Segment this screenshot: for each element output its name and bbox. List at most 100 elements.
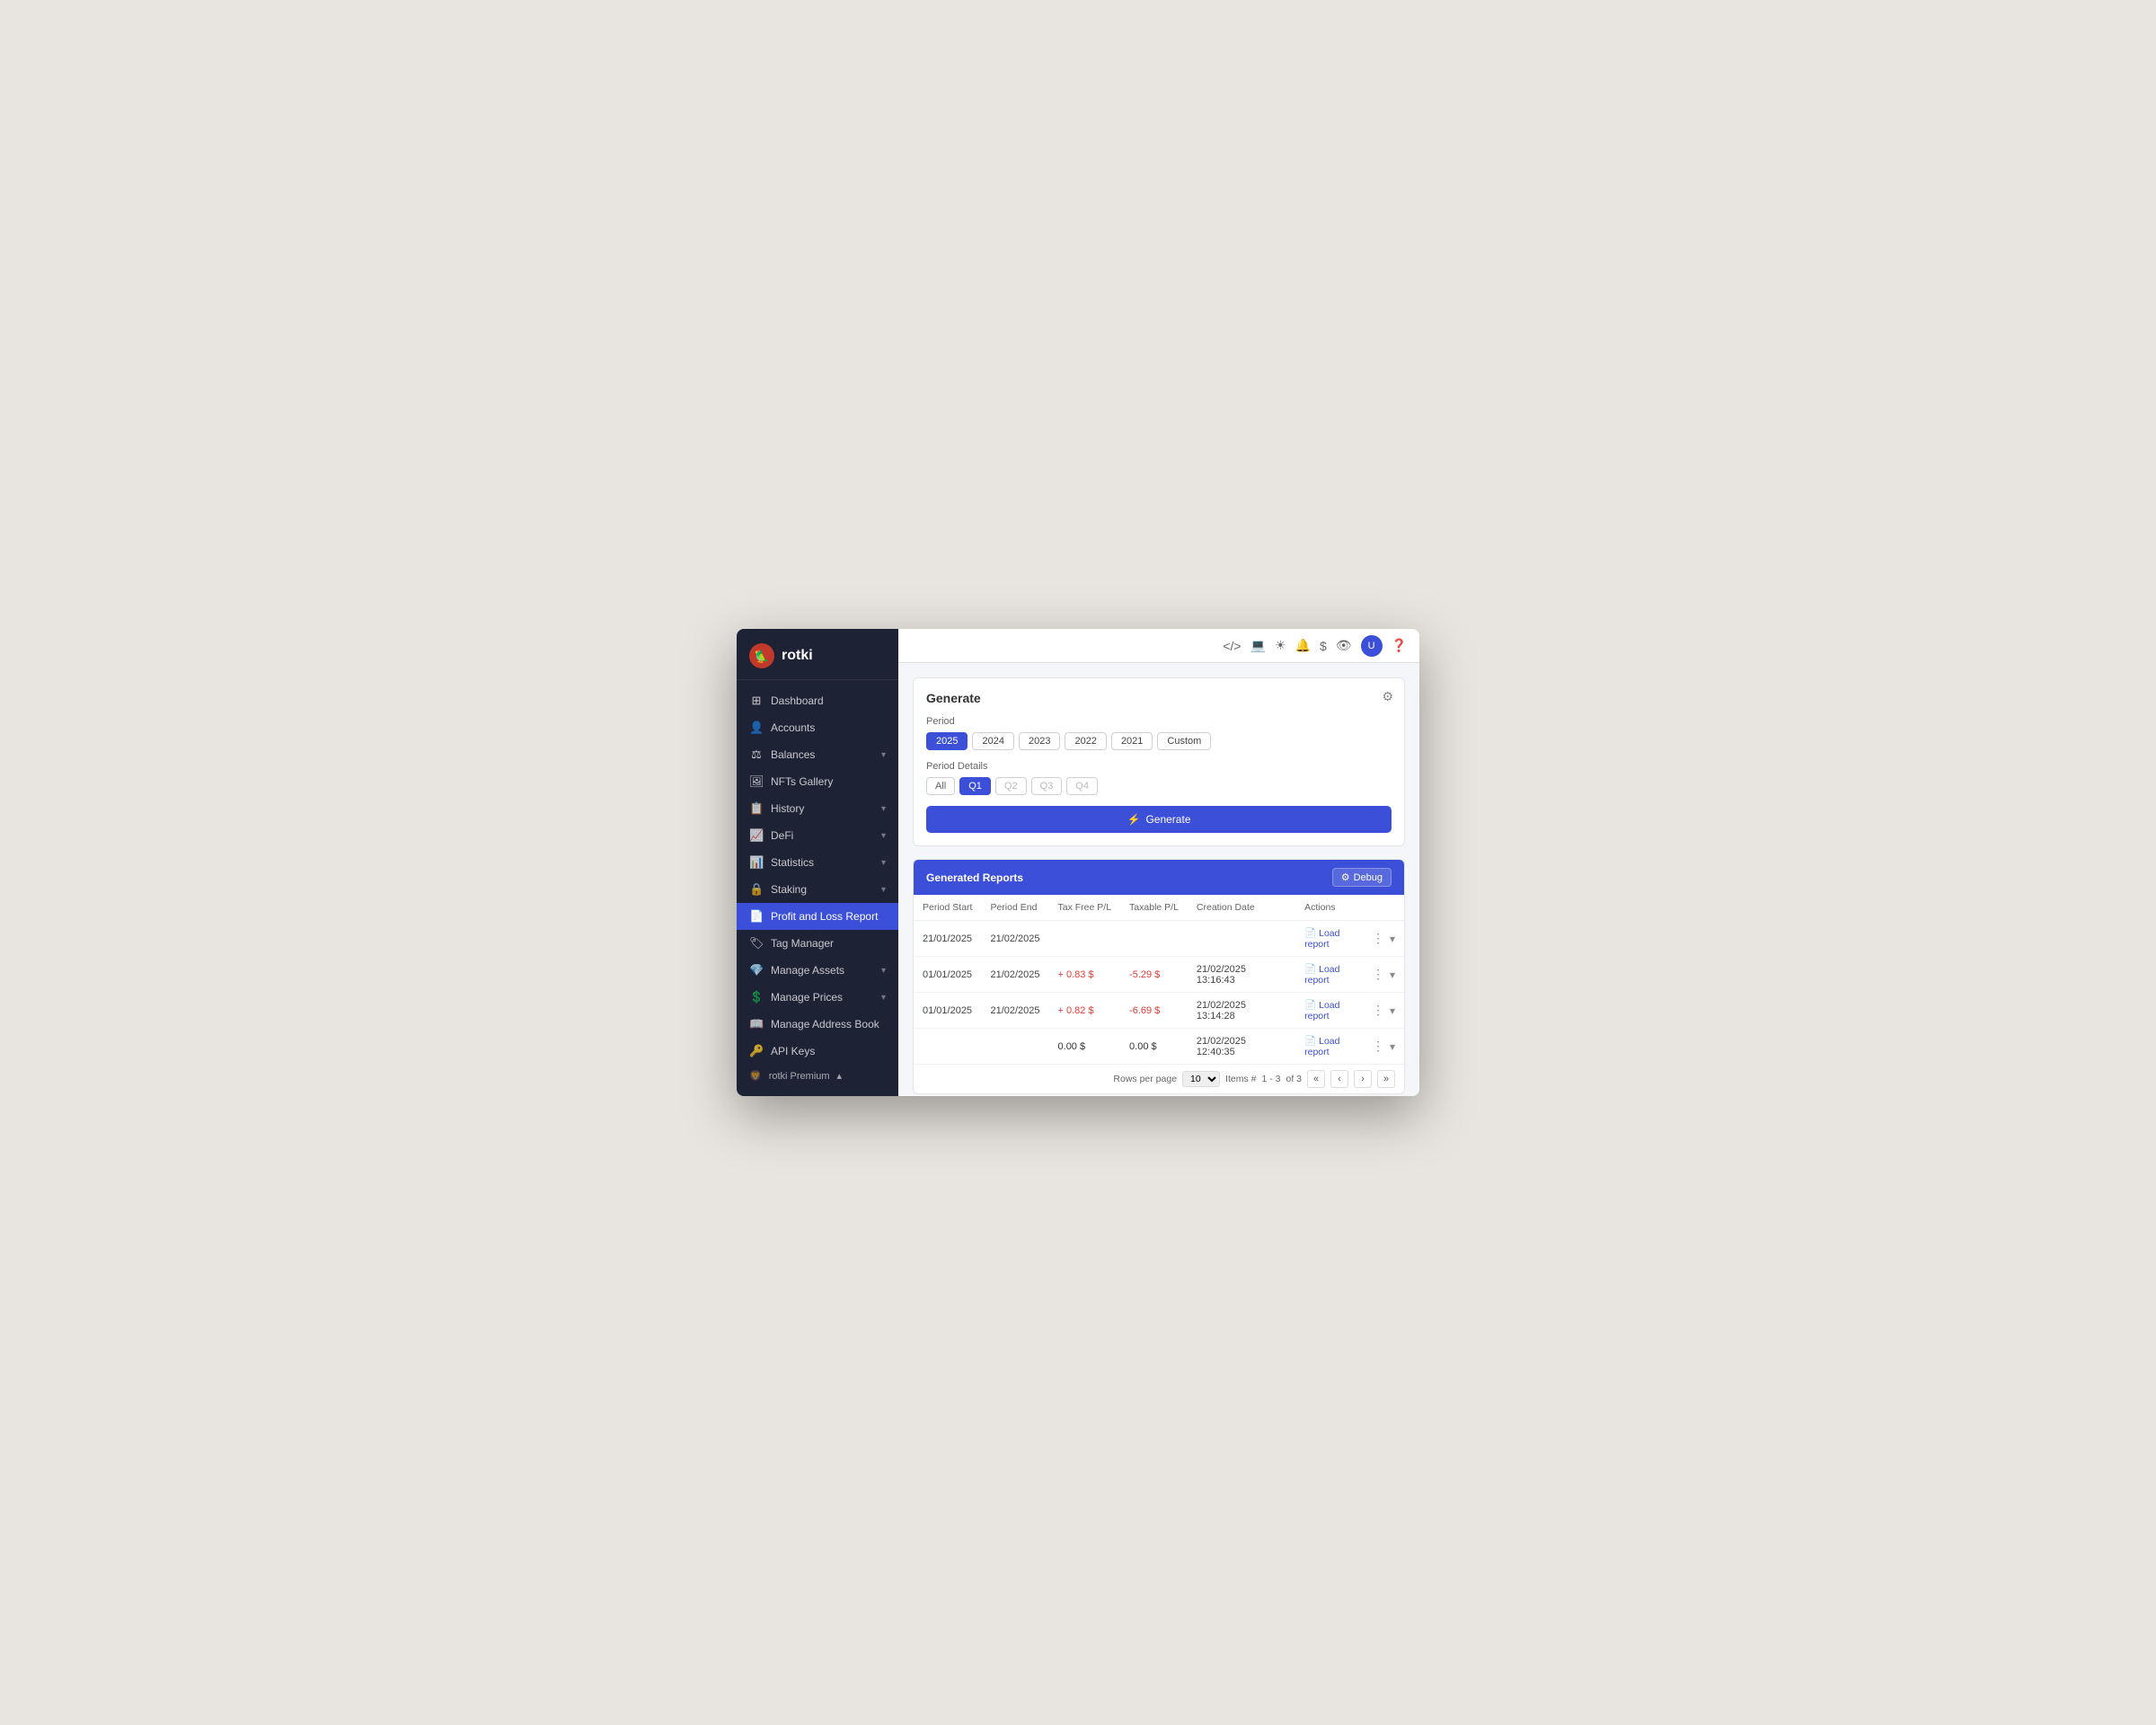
expand-button[interactable]: ▾ <box>1390 969 1395 981</box>
generate-button[interactable]: ⚡ Generate <box>926 806 1392 833</box>
generate-btn-label: Generate <box>1145 813 1190 826</box>
period-details-label: Period Details <box>926 761 1392 772</box>
cell-period-end <box>981 1029 1048 1065</box>
defi-icon: 📈 <box>749 828 764 843</box>
sidebar-logo: 🦜 rotki <box>737 629 898 680</box>
sidebar-item-accounts[interactable]: 👤 Accounts <box>737 714 898 741</box>
sidebar-item-statistics[interactable]: 📊 Statistics ▾ <box>737 849 898 876</box>
reports-header: Generated Reports ⚙ Debug <box>914 860 1404 895</box>
period-btn-2023[interactable]: 2023 <box>1019 732 1060 750</box>
more-options-button[interactable]: ⋮ <box>1372 1003 1384 1018</box>
col-taxable: Taxable P/L <box>1120 895 1188 921</box>
period-btn-custom[interactable]: Custom <box>1157 732 1211 750</box>
more-options-button[interactable]: ⋮ <box>1372 931 1384 946</box>
sidebar-item-nfts[interactable]: 🖼 NFTs Gallery <box>737 768 898 795</box>
sidebar-item-premium[interactable]: 🦁 rotki Premium ▴ <box>737 1065 898 1087</box>
chevron-down-icon: ▾ <box>881 858 886 868</box>
sidebar-item-defi[interactable]: 📈 DeFi ▾ <box>737 822 898 849</box>
period-btn-2024[interactable]: 2024 <box>972 732 1013 750</box>
quarter-btn-q2[interactable]: Q2 <box>995 777 1027 795</box>
sidebar-item-history[interactable]: 📋 History ▾ <box>737 795 898 822</box>
sidebar-item-label: History <box>771 802 874 815</box>
sidebar-item-label: Balances <box>771 748 874 761</box>
sidebar-item-label: NFTs Gallery <box>771 775 886 788</box>
sidebar-item-api-keys[interactable]: 🔑 API Keys <box>737 1038 898 1065</box>
sidebar-item-balances[interactable]: ⚖ Balances ▾ <box>737 741 898 768</box>
period-btn-2025[interactable]: 2025 <box>926 732 968 750</box>
help-icon[interactable]: ❓ <box>1392 638 1407 653</box>
sidebar-item-label: Staking <box>771 883 874 896</box>
cell-tax-free: + 0.83 $ <box>1049 957 1121 993</box>
expand-button[interactable]: ▾ <box>1390 1040 1395 1053</box>
sidebar-item-label: Statistics <box>771 856 874 869</box>
more-options-button[interactable]: ⋮ <box>1372 1039 1384 1054</box>
cell-creation <box>1188 921 1295 957</box>
sidebar-item-label: Manage Prices <box>771 991 874 1004</box>
currency-icon[interactable]: $ <box>1320 639 1327 653</box>
chevron-down-icon: ▾ <box>881 885 886 895</box>
sidebar-item-manage-assets[interactable]: 💎 Manage Assets ▾ <box>737 957 898 984</box>
settings-icon[interactable]: ⚙ <box>1382 689 1393 704</box>
items-range: 1 - 3 <box>1261 1074 1280 1084</box>
quarter-btn-all[interactable]: All <box>926 777 955 795</box>
chevron-down-icon: ▾ <box>881 831 886 841</box>
period-btn-2021[interactable]: 2021 <box>1111 732 1153 750</box>
cell-taxable: -6.69 $ <box>1120 993 1188 1029</box>
content-area: Generate ⚙ Period 2025 2024 2023 2022 20… <box>898 663 1419 1096</box>
more-options-button[interactable]: ⋮ <box>1372 967 1384 982</box>
load-report-button[interactable]: 📄 Load report <box>1304 1035 1366 1057</box>
sidebar-item-label: Accounts <box>771 721 886 734</box>
theme-icon[interactable]: ☀ <box>1275 638 1286 653</box>
debug-label: Debug <box>1354 872 1383 883</box>
sidebar-item-tag-manager[interactable]: 🏷 Tag Manager <box>737 930 898 957</box>
sidebar-item-staking[interactable]: 🔒 Staking ▾ <box>737 876 898 903</box>
sidebar-item-dashboard[interactable]: ⊞ Dashboard <box>737 687 898 714</box>
last-page-button[interactable]: » <box>1377 1070 1395 1088</box>
load-report-button[interactable]: 📄 Load report <box>1304 963 1366 986</box>
generate-panel: Generate ⚙ Period 2025 2024 2023 2022 20… <box>913 677 1405 846</box>
prev-page-button[interactable]: ‹ <box>1330 1070 1348 1088</box>
load-report-button[interactable]: 📄 Load report <box>1304 999 1366 1022</box>
col-actions: Actions <box>1295 895 1404 921</box>
sidebar-item-address-book[interactable]: 📖 Manage Address Book <box>737 1011 898 1038</box>
cell-period-end: 21/02/2025 <box>981 921 1048 957</box>
cell-creation: 21/02/2025 12:40:35 <box>1188 1029 1295 1065</box>
quarter-btn-q4[interactable]: Q4 <box>1066 777 1098 795</box>
sidebar-item-pnl[interactable]: 📄 Profit and Loss Report <box>737 903 898 930</box>
col-creation: Creation Date <box>1188 895 1295 921</box>
table-row: 0.00 $ 0.00 $ 21/02/2025 12:40:35 📄 Load… <box>914 1029 1404 1065</box>
first-page-button[interactable]: « <box>1307 1070 1325 1088</box>
expand-button[interactable]: ▾ <box>1390 933 1395 945</box>
statistics-icon: 📊 <box>749 855 764 870</box>
next-page-button[interactable]: › <box>1354 1070 1372 1088</box>
assets-icon: 💎 <box>749 963 764 978</box>
quarter-btn-q1[interactable]: Q1 <box>959 777 991 795</box>
balances-icon: ⚖ <box>749 748 764 762</box>
pnl-icon: 📄 <box>749 909 764 924</box>
sidebar-item-label: Tag Manager <box>771 937 886 950</box>
cell-period-end: 21/02/2025 <box>981 993 1048 1029</box>
rows-per-page-select[interactable]: 10 20 50 <box>1182 1071 1220 1087</box>
cell-actions: 📄 Load report ⋮ ▾ <box>1295 957 1404 993</box>
expand-button[interactable]: ▾ <box>1390 1004 1395 1017</box>
cell-period-start: 01/01/2025 <box>914 993 981 1029</box>
user-avatar[interactable]: U <box>1361 635 1383 657</box>
generate-title: Generate <box>926 691 1392 705</box>
cell-creation: 21/02/2025 13:14:28 <box>1188 993 1295 1029</box>
eye-icon[interactable]: 👁 <box>1336 638 1352 653</box>
reports-panel: Generated Reports ⚙ Debug Period Start P… <box>913 859 1405 1094</box>
load-report-button[interactable]: 📄 Load report <box>1304 927 1366 950</box>
debug-button[interactable]: ⚙ Debug <box>1332 868 1392 887</box>
history-icon: 📋 <box>749 801 764 816</box>
code-icon[interactable]: </> <box>1223 639 1241 653</box>
sidebar-item-manage-prices[interactable]: 💲 Manage Prices ▾ <box>737 984 898 1011</box>
items-label: Items # <box>1225 1074 1256 1084</box>
notification-icon[interactable]: 🔔 <box>1295 638 1311 653</box>
period-btn-2022[interactable]: 2022 <box>1065 732 1106 750</box>
api-keys-icon: 🔑 <box>749 1044 764 1058</box>
cell-tax-free: 0.00 $ <box>1049 1029 1121 1065</box>
chevron-down-icon: ▾ <box>881 993 886 1003</box>
logo-icon: 🦜 <box>749 643 774 668</box>
quarter-btn-q3[interactable]: Q3 <box>1031 777 1063 795</box>
device-icon[interactable]: 💻 <box>1250 638 1266 653</box>
